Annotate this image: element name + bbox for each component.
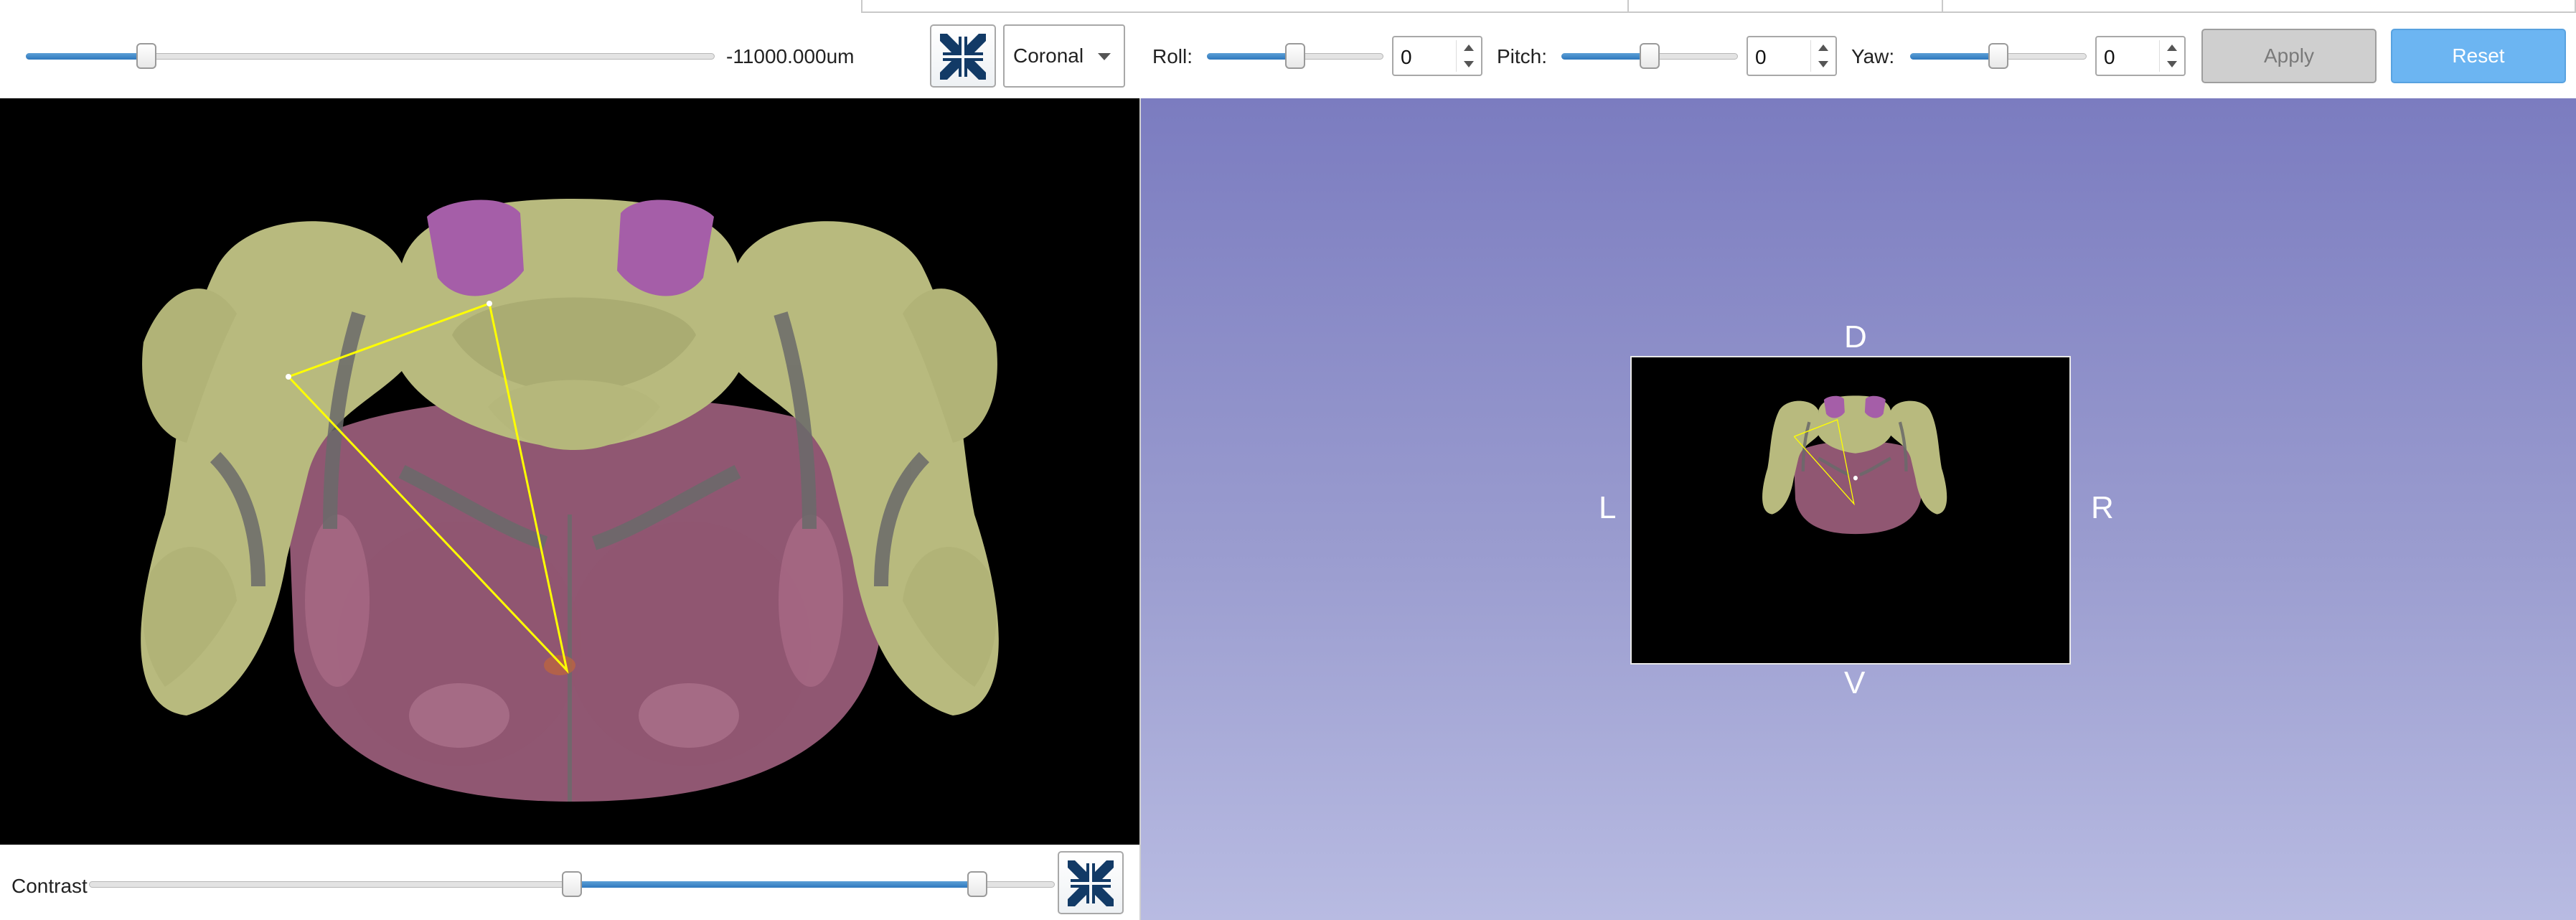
slider-handle[interactable] <box>1988 43 2008 69</box>
orientation-label-right: R <box>2091 490 2114 525</box>
slider-handle[interactable] <box>1640 43 1660 69</box>
fit-view-button[interactable] <box>930 24 996 88</box>
yaw-label: Yaw: <box>1851 45 1895 67</box>
tab-edge-2 <box>1627 0 1943 13</box>
pitch-label: Pitch: <box>1497 45 1548 67</box>
slider-fill <box>1207 53 1295 60</box>
spin-down-icon[interactable] <box>2167 61 2177 67</box>
orientation-label-ventral: V <box>1844 665 1866 700</box>
slice-plane-3d[interactable] <box>1630 356 2071 665</box>
pitch-value: 0 <box>1755 46 1767 68</box>
brain-slice-image[interactable] <box>0 98 1139 845</box>
fit-view-icon <box>940 34 986 80</box>
roll-label: Roll: <box>1152 45 1193 67</box>
reset-button[interactable]: Reset <box>2391 29 2566 83</box>
contrast-low-handle[interactable] <box>562 871 582 897</box>
slider-fill <box>572 881 978 888</box>
contrast-range-slider[interactable] <box>89 870 1055 898</box>
slider-fill <box>1910 53 1998 60</box>
probe-point[interactable] <box>286 374 291 380</box>
contrast-label: Contrast <box>11 875 88 897</box>
tab-edge-3 <box>1942 0 2576 13</box>
roll-spinbox[interactable]: 0 <box>1392 36 1482 76</box>
slider-handle[interactable] <box>136 43 156 69</box>
depth-readout: -11000.000um <box>726 45 855 67</box>
slice-view[interactable] <box>0 98 1139 845</box>
toolbar: -11000.000um Coronal Roll: 0 Pitch: 0 Ya… <box>0 0 2576 98</box>
orientation-label-left: L <box>1599 490 1617 525</box>
pitch-spinbox[interactable]: 0 <box>1747 36 1837 76</box>
slice-plane-thumbnail <box>1762 395 1947 535</box>
spin-up-icon[interactable] <box>1464 44 1474 51</box>
orientation-select[interactable]: Coronal <box>1003 24 1125 88</box>
roll-slider[interactable] <box>1207 42 1383 70</box>
orientation-label-dorsal: D <box>1844 319 1867 355</box>
spin-up-icon[interactable] <box>2167 44 2177 51</box>
probe-point[interactable] <box>486 301 492 306</box>
orientation-value: Coronal <box>1013 44 1084 67</box>
atlas-section <box>141 199 999 802</box>
dropdown-arrow-icon <box>1098 53 1111 60</box>
spin-down-icon[interactable] <box>1464 61 1474 67</box>
slider-fill <box>26 53 146 60</box>
spin-down-icon[interactable] <box>1818 61 1828 67</box>
spin-separator <box>2159 40 2160 72</box>
fit-view-icon <box>1068 860 1114 906</box>
fit-view-button[interactable] <box>1058 851 1124 914</box>
spin-up-icon[interactable] <box>1818 44 1828 51</box>
tab-edge-1 <box>861 0 1629 13</box>
depth-slider[interactable] <box>26 42 715 70</box>
slider-handle[interactable] <box>1285 43 1305 69</box>
pitch-slider[interactable] <box>1561 42 1738 70</box>
contrast-high-handle[interactable] <box>967 871 988 897</box>
spin-separator <box>1456 40 1457 72</box>
yaw-value: 0 <box>2104 46 2115 68</box>
yaw-slider[interactable] <box>1910 42 2087 70</box>
slider-fill <box>1561 53 1650 60</box>
spin-separator <box>1810 40 1811 72</box>
yaw-spinbox[interactable]: 0 <box>2095 36 2186 76</box>
roll-value: 0 <box>1401 46 1412 68</box>
apply-button[interactable]: Apply <box>2201 29 2377 83</box>
view-3d[interactable]: D V L R <box>1141 98 2576 920</box>
contrast-bar: Contrast <box>0 845 1139 920</box>
